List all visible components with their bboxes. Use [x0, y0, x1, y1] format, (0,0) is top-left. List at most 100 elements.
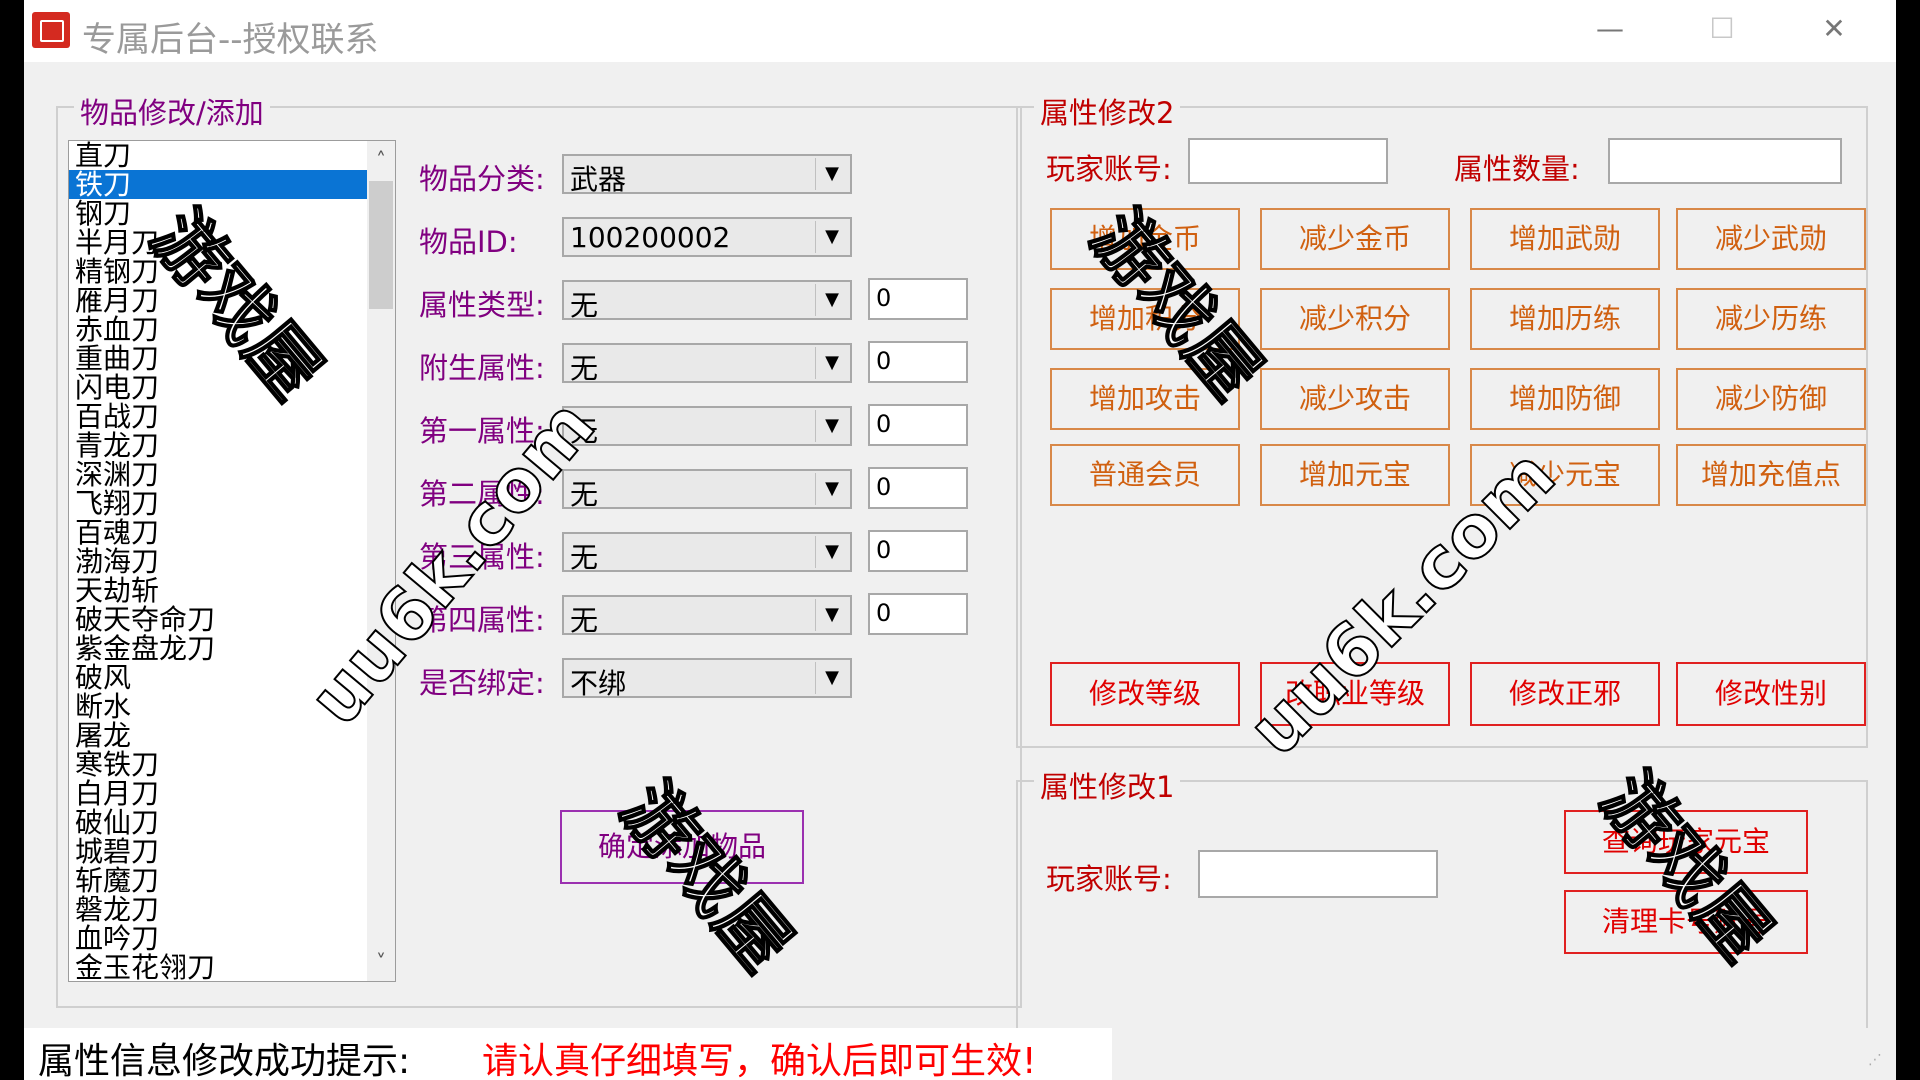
list-item[interactable]: 寒铁刀	[69, 750, 367, 779]
attr2-modify-button[interactable]: 修改等级	[1050, 662, 1240, 726]
attr2-action-button[interactable]: 增加金币	[1050, 208, 1240, 270]
status-bar: 属性信息修改成功提示: 请认真仔细填写，确认后即可生效! ⋰	[24, 1028, 1896, 1080]
minimize-button[interactable]: —	[1562, 0, 1658, 58]
attr2-action-button[interactable]: 减少历练	[1676, 288, 1866, 350]
attr2-action-button[interactable]: 减少武勋	[1676, 208, 1866, 270]
window-title: 专属后台--授权联系	[82, 20, 379, 60]
field-dropdown[interactable]: 无 ▼	[562, 280, 852, 322]
list-item[interactable]: 紫金盘龙刀	[69, 634, 367, 663]
item-listbox[interactable]: 直刀 铁刀 钢刀 半月刀 精钢刀 雁月刀 赤血刀 重曲刀 闪电刀 百战刀 青龙刀 深渊刀 飞翔刀 百魂刀渤…	[68, 140, 396, 982]
chevron-down-icon[interactable]: ▼	[815, 221, 848, 253]
chevron-down-icon[interactable]: ▼	[815, 536, 848, 568]
list-item[interactable]: 飞翔刀	[69, 489, 367, 518]
field-dropdown[interactable]: 100200002 ▼	[562, 217, 852, 257]
list-item[interactable]: 斩魔刀	[69, 866, 367, 895]
field-label: 第三属性:	[419, 540, 545, 574]
list-item[interactable]: 百魂刀	[69, 518, 367, 547]
field-label: 第四属性:	[419, 603, 545, 637]
attr2-action-button[interactable]: 减少金币	[1260, 208, 1450, 270]
list-scrollbar[interactable]: ˄ ˅	[367, 141, 395, 981]
list-item[interactable]: 城碧刀	[69, 837, 367, 866]
query-player-yuanbao-button[interactable]: 查询玩家元宝	[1564, 810, 1808, 874]
list-item[interactable]: 金玉花翎刀	[69, 953, 367, 981]
list-item[interactable]: 屠龙	[69, 721, 367, 750]
list-item[interactable]: 雁月刀	[69, 286, 367, 315]
attribute-value-input[interactable]: 0	[868, 278, 968, 320]
chevron-down-icon[interactable]: ▼	[815, 410, 848, 442]
list-item[interactable]: 深渊刀	[69, 460, 367, 489]
list-item[interactable]: 血吟刀	[69, 924, 367, 953]
close-button[interactable]: ✕	[1786, 0, 1882, 58]
list-item[interactable]: 直刀	[69, 141, 367, 170]
attr2-action-button[interactable]: 增加攻击	[1050, 368, 1240, 430]
attr2-action-button[interactable]: 增加防御	[1470, 368, 1660, 430]
chevron-down-icon[interactable]: ▼	[815, 599, 848, 631]
chevron-down-icon[interactable]: ▼	[815, 473, 848, 505]
field-dropdown[interactable]: 无 ▼	[562, 469, 852, 511]
list-item[interactable]: 白月刀	[69, 779, 367, 808]
attr2-player-input[interactable]	[1188, 138, 1388, 184]
field-dropdown[interactable]: 不绑 ▼	[562, 658, 852, 700]
field-dropdown[interactable]: 无 ▼	[562, 532, 852, 574]
field-dropdown[interactable]: 无 ▼	[562, 343, 852, 385]
list-item[interactable]: 渤海刀	[69, 547, 367, 576]
list-item[interactable]: 磐龙刀	[69, 895, 367, 924]
chevron-down-icon[interactable]: ▼	[815, 284, 848, 316]
attr1-player-input[interactable]	[1198, 850, 1438, 898]
list-item[interactable]: 钢刀	[69, 199, 367, 228]
attr2-modify-button[interactable]: 修改性别	[1676, 662, 1866, 726]
attr2-action-button[interactable]: 减少积分	[1260, 288, 1450, 350]
chevron-down-icon[interactable]: ▼	[815, 158, 848, 190]
attribute-value-input[interactable]: 0	[868, 341, 968, 383]
clear-card-account-button[interactable]: 清理卡号账号	[1564, 890, 1808, 954]
attr-count-input[interactable]	[1608, 138, 1842, 184]
resize-grip-icon[interactable]: ⋰	[1868, 1052, 1890, 1074]
attr2-player-label: 玩家账号:	[1046, 152, 1172, 186]
attr2-modify-button[interactable]: 修改正邪	[1470, 662, 1660, 726]
list-item[interactable]: 破天夺命刀	[69, 605, 367, 634]
scroll-down-icon[interactable]: ˅	[367, 947, 395, 977]
attribute-value-input[interactable]: 0	[868, 404, 968, 446]
dropdown-value: 不绑	[570, 667, 627, 700]
attr2-action-button[interactable]: 增加积分	[1050, 288, 1240, 350]
attr2-action-button[interactable]: 增加历练	[1470, 288, 1660, 350]
attr2-action-button[interactable]: 增加充值点	[1676, 444, 1866, 506]
attr2-action-button[interactable]: 减少防御	[1676, 368, 1866, 430]
dropdown-value: 无	[570, 352, 599, 385]
list-item[interactable]: 赤血刀	[69, 315, 367, 344]
title-bar[interactable]: 专属后台--授权联系 — ☐ ✕	[24, 0, 1896, 62]
attr2-modify-button[interactable]: 改职业等级	[1260, 662, 1450, 726]
attr2-action-button[interactable]: 普通会员	[1050, 444, 1240, 506]
scroll-thumb[interactable]	[369, 181, 393, 309]
list-item[interactable]: 断水	[69, 692, 367, 721]
list-item[interactable]: 天劫斩	[69, 576, 367, 605]
list-item[interactable]: 破风	[69, 663, 367, 692]
attribute-value-input[interactable]: 0	[868, 593, 968, 635]
list-item[interactable]: 闪电刀	[69, 373, 367, 402]
field-dropdown[interactable]: 武器 ▼	[562, 154, 852, 196]
attr2-action-button[interactable]: 增加元宝	[1260, 444, 1450, 506]
list-item[interactable]: 精钢刀	[69, 257, 367, 286]
attribute-value-input[interactable]: 0	[868, 530, 968, 572]
list-item[interactable]: 青龙刀	[69, 431, 367, 460]
field-dropdown[interactable]: 无 ▼	[562, 595, 852, 637]
item-edit-group-title: 物品修改/添加	[74, 90, 270, 132]
field-dropdown[interactable]: 无 ▼	[562, 406, 852, 448]
attr2-action-button[interactable]: 增加武勋	[1470, 208, 1660, 270]
scroll-up-icon[interactable]: ˄	[367, 145, 395, 175]
list-item[interactable]: 破仙刀	[69, 808, 367, 837]
field-label: 附生属性:	[419, 351, 545, 385]
attribute-value-input[interactable]: 0	[868, 467, 968, 509]
confirm-add-item-button[interactable]: 确定添加物品	[560, 810, 804, 884]
attr2-action-button[interactable]: 减少攻击	[1260, 368, 1450, 430]
field-label: 物品ID:	[419, 225, 518, 259]
attr2-action-button[interactable]: 减少元宝	[1470, 444, 1660, 506]
maximize-button[interactable]: ☐	[1674, 0, 1770, 58]
chevron-down-icon[interactable]: ▼	[815, 347, 848, 379]
list-item[interactable]: 半月刀	[69, 228, 367, 257]
list-item[interactable]: 铁刀	[69, 170, 367, 199]
list-item[interactable]: 重曲刀	[69, 344, 367, 373]
dropdown-value: 100200002	[570, 221, 731, 254]
list-item[interactable]: 百战刀	[69, 402, 367, 431]
chevron-down-icon[interactable]: ▼	[815, 662, 848, 694]
